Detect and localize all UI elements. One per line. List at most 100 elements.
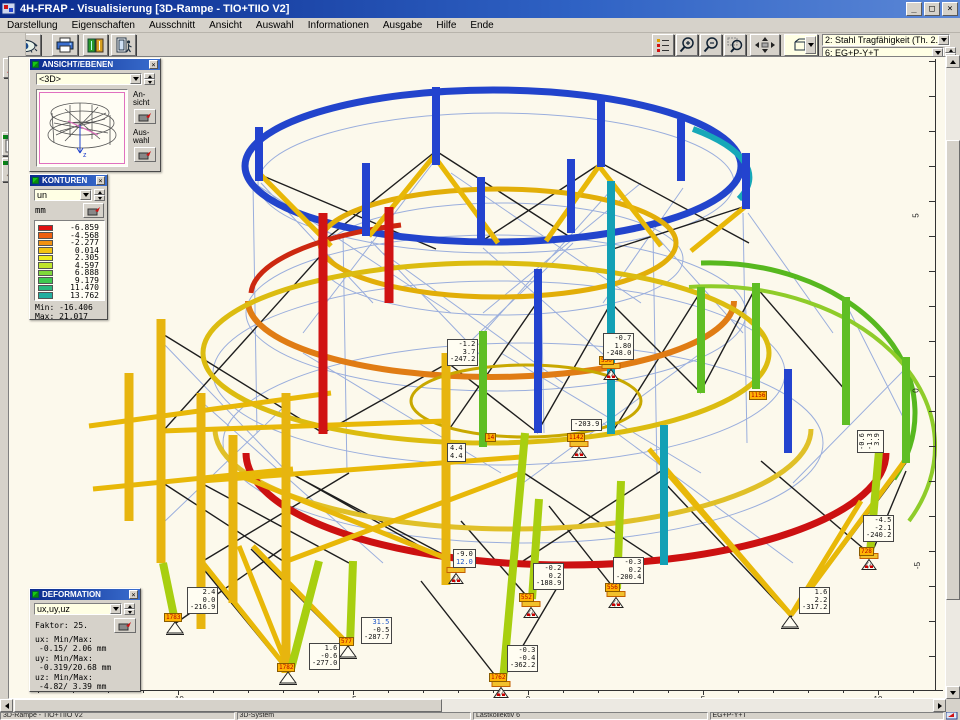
- zoom-in-button[interactable]: [676, 34, 698, 56]
- x-ruler-tick: [458, 690, 459, 693]
- panel-deformation-title: DEFORMATION: [42, 590, 101, 599]
- menu-item-ausschnitt[interactable]: Ausschnitt: [142, 19, 202, 32]
- scroll-up-button[interactable]: [946, 55, 960, 68]
- display-list-button[interactable]: [652, 34, 674, 56]
- node-label: 1782: [277, 663, 295, 672]
- panel-konturen-titlebar[interactable]: KONTUREN ×: [30, 175, 107, 186]
- list-options-icon: [656, 38, 670, 53]
- fixed-support-icon: [606, 591, 626, 610]
- apply-selection-icon: [138, 150, 152, 160]
- horizontal-scrollbar[interactable]: [0, 699, 946, 712]
- annotation-box: 4.44.4: [447, 443, 466, 462]
- konturen-max: Max: 21.017: [35, 312, 88, 321]
- annotation-box: -0.71.80-248.0: [603, 333, 634, 360]
- y-ruler-tick: [929, 166, 935, 167]
- konturen-combobox-value: un: [35, 190, 80, 200]
- ansicht-combobox-arrow[interactable]: [130, 74, 141, 84]
- zoom-window-button[interactable]: [724, 34, 746, 56]
- print-button[interactable]: [52, 34, 78, 56]
- support-symbol: [279, 671, 297, 686]
- vertical-scroll-thumb[interactable]: [946, 140, 960, 600]
- window-title: 4H-FRAP - Visualisierung [3D-Rampe - TIO…: [20, 3, 289, 15]
- ansicht-select-button[interactable]: [134, 147, 156, 162]
- close-button[interactable]: ×: [942, 2, 958, 16]
- deformation-row-value: -0.319/20.68 mm: [35, 663, 111, 672]
- panel-konturen[interactable]: KONTUREN × un mm -6.859-4.568-2.2770.014…: [29, 174, 108, 320]
- deformation-spinner[interactable]: [124, 603, 135, 615]
- menu-item-ausgabe[interactable]: Ausgabe: [376, 19, 429, 32]
- exit-button[interactable]: [111, 34, 136, 56]
- view-cube-button[interactable]: [784, 34, 818, 56]
- panel-ansicht-title: ANSICHT/EBENEN: [42, 60, 113, 69]
- scroll-right-button[interactable]: [933, 699, 946, 712]
- menu-item-ansicht[interactable]: Ansicht: [202, 19, 249, 32]
- status-field-2: Lastkollektiv 6: [473, 712, 708, 720]
- ansicht-spinner[interactable]: [144, 73, 155, 85]
- print-scale-icon: [87, 206, 101, 216]
- view-thumbnail[interactable]: z: [36, 89, 128, 167]
- annotation-box: 1.62.2-317.2: [799, 587, 830, 614]
- menu-item-ende[interactable]: Ende: [463, 19, 500, 32]
- y-ruler-tick: [929, 411, 935, 412]
- zoom-out-icon: [703, 37, 719, 53]
- panel-ansicht-titlebar[interactable]: ANSICHT/EBENEN ×: [30, 59, 160, 70]
- scale-swatch: [38, 255, 53, 262]
- konturen-combobox[interactable]: un: [34, 189, 92, 201]
- pan-button[interactable]: [750, 34, 780, 56]
- maximize-button[interactable]: □: [924, 2, 940, 16]
- deformation-combobox[interactable]: ux,uy,uz: [34, 603, 122, 615]
- minimize-button[interactable]: _: [906, 2, 922, 16]
- pin-support-icon: [339, 645, 357, 660]
- zoom-out-button[interactable]: [700, 34, 722, 56]
- horizontal-scroll-thumb[interactable]: [14, 699, 442, 712]
- deformation-print-button[interactable]: [114, 618, 136, 633]
- color-scale: -6.859-4.568-2.2770.0142.3054.5976.8889.…: [34, 220, 105, 301]
- y-ruler-tick: [929, 61, 935, 62]
- y-ruler-tick: [929, 656, 935, 657]
- x-ruler-tick: [633, 690, 634, 693]
- scroll-down-button[interactable]: [946, 686, 960, 699]
- konturen-combobox-arrow[interactable]: [80, 190, 91, 200]
- status-field-3: EG+P-Y+T: [710, 712, 945, 720]
- annotation-box: -0.20.2-188.9: [533, 563, 564, 590]
- panel-deformation-titlebar[interactable]: DEFORMATION ×: [30, 589, 140, 600]
- panel-icon: [32, 591, 39, 598]
- menu-item-eigenschaften[interactable]: Eigenschaften: [65, 19, 142, 32]
- konturen-print-button[interactable]: [83, 203, 104, 218]
- apply-view-icon: [138, 112, 152, 122]
- view-cube-dropdown[interactable]: [805, 36, 816, 54]
- status-glyph-icon: [946, 712, 958, 720]
- vertical-scrollbar[interactable]: [946, 55, 960, 699]
- panel-ansicht-close[interactable]: ×: [149, 60, 158, 69]
- x-ruler-tick: [913, 690, 914, 693]
- scroll-left-button[interactable]: [0, 699, 13, 712]
- panel-deformation[interactable]: DEFORMATION × ux,uy,uz Faktor: 25. ux: M…: [29, 588, 141, 692]
- x-ruler-tick: [773, 690, 774, 693]
- y-ruler-label: 0: [912, 388, 921, 392]
- deformation-row-label: ux: Min/Max:: [35, 635, 111, 644]
- menu-item-informationen[interactable]: Informationen: [301, 19, 376, 32]
- annotation-box: 31.5-0.5-287.7: [361, 617, 392, 644]
- annotation-box: -0.6-1.33.9: [857, 430, 884, 453]
- y-ruler-tick: [929, 306, 935, 307]
- catalog-button[interactable]: [83, 34, 108, 56]
- panel-icon: [32, 61, 39, 68]
- result-combobox-arrow[interactable]: [938, 35, 949, 45]
- ansicht-view-button[interactable]: [134, 109, 156, 124]
- ansicht-combobox[interactable]: <3D>: [36, 73, 142, 85]
- konturen-spinner[interactable]: [94, 189, 105, 201]
- scale-row: 13.762: [38, 292, 99, 300]
- app-icon: [2, 3, 16, 15]
- exit-door-icon: [115, 37, 133, 53]
- menu-item-darstellung[interactable]: Darstellung: [0, 19, 65, 32]
- result-combobox[interactable]: 2: Stahl Tragfähigkeit (Th. 2. O: [822, 34, 950, 46]
- y-ruler-label: -5: [913, 562, 922, 569]
- panel-konturen-close[interactable]: ×: [96, 176, 105, 185]
- panel-deformation-close[interactable]: ×: [129, 590, 138, 599]
- menu-item-auswahl[interactable]: Auswahl: [249, 19, 301, 32]
- deformation-combobox-arrow[interactable]: [110, 604, 121, 614]
- toolbar: 2: Stahl Tragfähigkeit (Th. 2. O 6: EG+P…: [0, 33, 960, 56]
- menu-item-hilfe[interactable]: Hilfe: [429, 19, 463, 32]
- node-label: 1156: [749, 391, 767, 400]
- panel-ansicht[interactable]: ANSICHT/EBENEN × <3D> z An- sicht: [29, 58, 161, 172]
